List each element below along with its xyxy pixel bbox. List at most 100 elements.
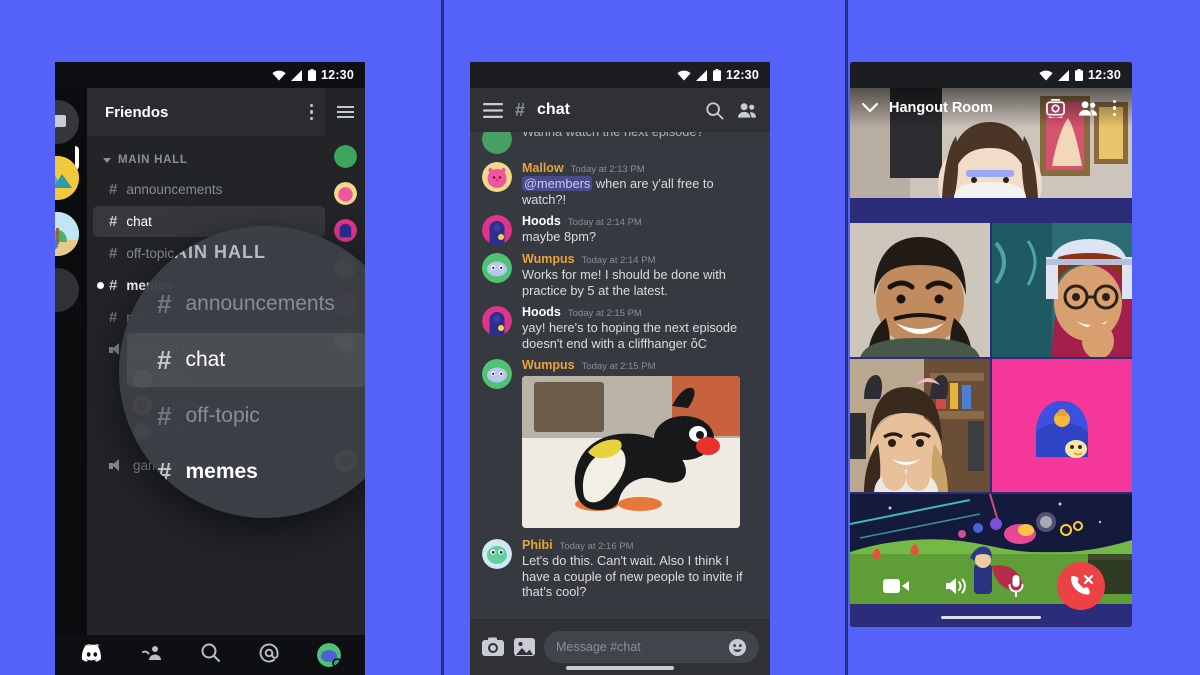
battery-icon — [713, 69, 722, 81]
hash-icon: # — [109, 277, 118, 294]
message-attachment-gif[interactable] — [522, 376, 740, 528]
hash-icon: # — [109, 213, 118, 230]
video-tile-participant-3[interactable] — [992, 223, 1132, 357]
status-time: 12:30 — [726, 68, 759, 82]
message-author[interactable]: Phibi — [522, 538, 553, 552]
message-text: @members when are y'all free to watch?! — [522, 175, 758, 207]
dm-bubble-icon[interactable] — [55, 100, 79, 144]
panel-divider-1 — [441, 0, 444, 675]
tab-profile-avatar[interactable] — [316, 643, 341, 667]
magnified-channel-memes[interactable]: # memes — [127, 445, 365, 499]
message-time: Today at 2:15 PM — [581, 361, 656, 372]
message-row[interactable]: Wanna watch the next episode? — [470, 132, 770, 156]
message-author[interactable]: Wumpus — [522, 252, 575, 266]
mention-pill[interactable]: @members — [522, 176, 593, 191]
wifi-icon — [1039, 70, 1053, 80]
channel-title: chat — [537, 101, 570, 118]
channel-announcements[interactable]: # announcements — [93, 174, 325, 205]
call-title: Hangout Room — [889, 100, 993, 116]
phone-channels: 12:30 Friendos MAIN HALL # announcements… — [55, 62, 365, 675]
hash-icon: # — [109, 181, 118, 198]
emoji-smiley-icon[interactable] — [728, 638, 747, 657]
server-rail[interactable] — [55, 88, 87, 675]
message-row[interactable]: Mallow Today at 2:13 PM @members when ar… — [470, 156, 770, 209]
camera-icon[interactable] — [481, 636, 505, 658]
video-tile-participant-2[interactable] — [850, 223, 990, 357]
speaker-icon — [946, 578, 966, 594]
tab-search[interactable] — [200, 642, 221, 668]
message-placeholder: Message #chat — [556, 640, 641, 654]
hash-icon: # — [157, 456, 172, 487]
video-tile-participant-5-avatar[interactable] — [992, 358, 1132, 492]
chevron-down-icon[interactable] — [862, 103, 878, 113]
message-row[interactable]: Wumpus Today at 2:14 PM Works for me! I … — [470, 247, 770, 300]
channel-label: chat — [185, 348, 226, 371]
battery-icon — [1075, 69, 1084, 81]
message-list[interactable]: Wanna watch the next episode? Mallow Tod… — [470, 132, 770, 619]
hamburger-menu-icon[interactable] — [483, 102, 503, 118]
avatar — [482, 306, 512, 336]
bottom-tab-bar[interactable] — [55, 635, 365, 675]
status-time: 12:30 — [321, 68, 354, 82]
magnified-channel-announcements[interactable]: # announcements — [127, 277, 365, 331]
message-row[interactable]: Hoods Today at 2:15 PM yay! here's to ho… — [470, 300, 770, 353]
avatar — [333, 182, 357, 205]
magnified-category[interactable]: MAIN HALL — [119, 226, 365, 275]
video-tile-participant-4[interactable] — [850, 358, 990, 492]
avatar — [482, 539, 512, 569]
tab-friends[interactable] — [141, 643, 163, 668]
channel-category[interactable]: MAIN HALL — [87, 140, 331, 173]
call-header: Hangout Room — [850, 88, 1132, 128]
message-input[interactable]: Message #chat — [544, 631, 759, 663]
server-icon-2[interactable] — [55, 212, 79, 256]
tab-mentions[interactable] — [258, 642, 280, 669]
hash-icon: # — [109, 245, 118, 262]
switch-camera-icon[interactable] — [1045, 98, 1066, 118]
image-icon[interactable] — [513, 636, 536, 658]
wifi-icon — [677, 70, 691, 80]
members-icon[interactable] — [736, 101, 757, 120]
tab-servers[interactable] — [80, 643, 104, 667]
microphone-toggle-button[interactable] — [997, 567, 1035, 605]
phone-chat: 12:30 # chat Wanna watch the next episod… — [470, 62, 770, 675]
microphone-icon — [1008, 575, 1024, 597]
message-row[interactable]: Phibi Today at 2:16 PM Let's do this. Ca… — [470, 530, 770, 602]
speaker-toggle-button[interactable] — [937, 567, 975, 605]
kebab-menu-icon[interactable] — [1109, 96, 1121, 121]
magnified-channel-chat[interactable]: # chat — [127, 333, 365, 387]
message-author[interactable]: Mallow — [522, 161, 564, 175]
wifi-icon — [272, 70, 286, 80]
signal-icon — [291, 69, 303, 81]
message-row[interactable]: Wumpus Today at 2:15 PM — [470, 353, 770, 530]
message-author[interactable]: Wumpus — [522, 358, 575, 372]
channel-label: announcements — [185, 292, 335, 315]
message-time: Today at 2:14 PM — [567, 217, 642, 228]
camera-toggle-button[interactable] — [877, 567, 915, 605]
chevron-down-icon — [141, 249, 151, 256]
server-icon-3[interactable] — [55, 268, 79, 312]
search-icon[interactable] — [705, 101, 724, 120]
message-text: maybe 8pm? — [522, 229, 596, 244]
magnified-category-label: MAIN HALL — [158, 242, 266, 262]
channel-label: off-topic — [185, 404, 260, 427]
message-text: yay! here's to hoping the next episode d… — [522, 320, 738, 351]
server-header[interactable]: Friendos — [87, 88, 331, 136]
video-grid — [850, 88, 1132, 627]
magnifier-lens: MAIN HALL # announcements # chat # off-t… — [119, 226, 365, 518]
unread-indicator — [97, 282, 104, 289]
message-author[interactable]: Hoods — [522, 305, 561, 319]
magnified-channel-off-topic[interactable]: # off-topic — [127, 389, 365, 443]
hamburger-menu-icon[interactable] — [336, 106, 354, 108]
server-icon-1[interactable] — [55, 156, 79, 200]
message-time: Today at 2:13 PM — [570, 164, 645, 175]
kebab-menu-icon[interactable] — [306, 100, 318, 125]
members-icon[interactable] — [1077, 99, 1098, 118]
message-author[interactable]: Hoods — [522, 214, 561, 228]
avatar — [482, 215, 512, 245]
avatar — [482, 162, 512, 192]
hamburger-menu-icon-bar — [336, 111, 354, 113]
signal-icon — [696, 69, 708, 81]
hangup-button[interactable] — [1057, 562, 1105, 610]
hash-icon: # — [515, 99, 526, 120]
message-row[interactable]: Hoods Today at 2:14 PM maybe 8pm? — [470, 209, 770, 247]
